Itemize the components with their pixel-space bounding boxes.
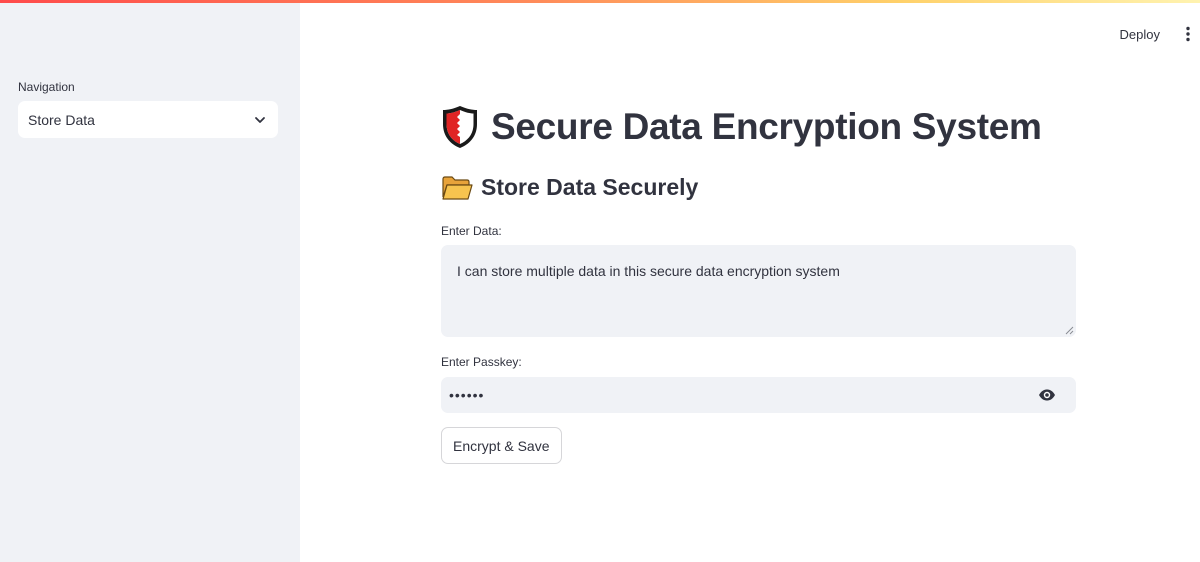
encrypt-save-button[interactable]: Encrypt & Save (441, 427, 562, 464)
navigation-label: Navigation (18, 80, 75, 94)
data-textarea-value: I can store multiple data in this secure… (457, 263, 840, 279)
open-folder-icon (442, 175, 473, 200)
resize-handle-icon[interactable] (1065, 326, 1074, 335)
navigation-select-value: Store Data (28, 111, 95, 128)
data-field-label: Enter Data: (441, 224, 502, 238)
passkey-input-value: •••••• (449, 387, 485, 403)
chevron-down-icon (253, 113, 267, 127)
sidebar: Navigation Store Data (0, 3, 300, 562)
page-title-text: Secure Data Encryption System (491, 106, 1042, 147)
section-heading-text: Store Data Securely (481, 174, 699, 200)
passkey-field-label: Enter Passkey: (441, 355, 522, 369)
app-header-actions: Deploy (1120, 22, 1200, 46)
deploy-button[interactable]: Deploy (1120, 27, 1160, 42)
passkey-input[interactable]: •••••• (441, 377, 1076, 413)
section-heading: Store Data Securely (441, 174, 698, 201)
eye-icon[interactable] (1038, 389, 1056, 401)
page-title: Secure Data Encryption System (441, 104, 1042, 150)
shield-icon (443, 106, 477, 148)
vertical-ellipsis-icon[interactable] (1176, 22, 1200, 46)
data-textarea[interactable]: I can store multiple data in this secure… (441, 245, 1076, 337)
navigation-select[interactable]: Store Data (18, 101, 278, 138)
